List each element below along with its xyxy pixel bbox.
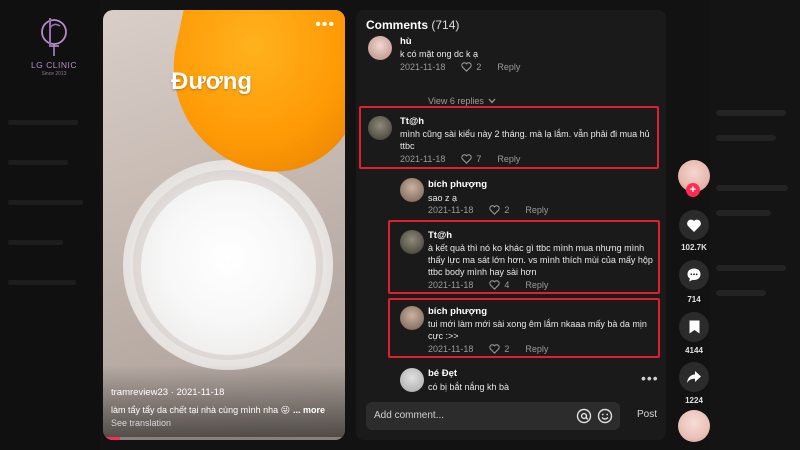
emoji-icon[interactable] [597, 408, 613, 424]
share-button[interactable] [679, 362, 709, 392]
video-cup-image [154, 10, 345, 188]
clinic-logo: LG CLINIC Since 2013 [24, 14, 84, 84]
avatar[interactable] [368, 36, 392, 60]
comment-text: có bị bắt nắng kh bà [428, 382, 510, 392]
video-author-line[interactable]: tramreview23 · 2021-11-18 [111, 387, 224, 398]
comment-date: 2021-11-18 [428, 280, 474, 290]
ghost-line [716, 265, 786, 271]
comment-date: 2021-11-18 [428, 205, 474, 215]
view-replies-button[interactable]: View 6 replies [428, 96, 496, 106]
comment-meta: 2021-11-18 2 Reply [428, 344, 548, 354]
add-comment-input[interactable]: Add comment... [366, 402, 620, 430]
comments-header: Comments (714) [366, 18, 459, 32]
ghost-line [716, 290, 766, 296]
comment-text: mình cũng sài kiểu này 2 tháng. mà lạ lắ… [400, 129, 650, 151]
share-count: 1224 [685, 396, 703, 405]
comment-reply-button[interactable]: Reply [497, 154, 520, 164]
comments-panel: Comments (714) hù k có mặt ong dc k ạ 20… [356, 10, 666, 440]
video-overlay-text: Đương [171, 68, 253, 95]
add-comment-placeholder: Add comment... [374, 410, 445, 421]
clinic-logo-mark [41, 18, 67, 56]
comment-reply-button[interactable]: Reply [525, 280, 548, 290]
comment-like-count: 2 [476, 62, 482, 72]
avatar[interactable] [400, 306, 424, 330]
avatar[interactable] [400, 178, 424, 202]
clinic-logo-name: LG CLINIC [30, 60, 78, 70]
comment-like-count: 2 [504, 205, 510, 215]
post-button[interactable]: Post [637, 409, 657, 420]
like-count: 102.7K [681, 243, 707, 252]
comment-author[interactable]: bích phượng [428, 179, 487, 190]
comment-text: sao z ạ [428, 193, 458, 203]
comment-reply-button[interactable]: Reply [497, 62, 520, 72]
view-replies-label: View 6 replies [428, 96, 484, 106]
chevron-down-icon [488, 98, 496, 104]
heart-icon[interactable] [461, 154, 472, 164]
video-caption-shade [103, 365, 345, 440]
comment-text: à kết quả thì nó ko khác gì ttbc mình mu… [428, 243, 653, 277]
video-progress-bar[interactable] [103, 437, 345, 440]
avatar[interactable] [368, 116, 392, 140]
video-progress-fill [103, 437, 120, 440]
comment-icon [687, 268, 701, 282]
comment-meta: 2021-11-18 7 Reply [400, 154, 520, 164]
ghost-line [716, 185, 788, 191]
comment-author[interactable]: Tt@h [428, 230, 452, 241]
ghost-line [8, 280, 76, 285]
bookmark-icon [689, 320, 699, 334]
ghost-line [8, 240, 63, 245]
heart-icon [687, 219, 701, 232]
heart-icon[interactable] [489, 344, 500, 354]
see-translation-link[interactable]: See translation [111, 418, 171, 428]
save-count: 4144 [685, 346, 703, 355]
at-icon[interactable] [576, 408, 592, 424]
ghost-line [8, 200, 83, 205]
comment-author[interactable]: bé Đẹt [428, 368, 457, 379]
avatar[interactable] [400, 368, 424, 392]
heart-icon[interactable] [461, 62, 472, 72]
comments-title: Comments [366, 18, 429, 32]
comment-meta: 2021-11-18 2 Reply [428, 205, 548, 215]
comments-button[interactable] [679, 260, 709, 290]
comment-like-count: 2 [504, 344, 510, 354]
heart-icon[interactable] [489, 280, 500, 290]
comment-more-icon[interactable]: ••• [641, 370, 659, 386]
video-caption: làm tẩy tẩy da chết tại nhà cùng mình nh… [111, 405, 325, 416]
plus-icon[interactable]: + [686, 183, 700, 197]
comment-count: 714 [687, 295, 701, 304]
video-more-icon[interactable]: ••• [315, 16, 335, 34]
comment-meta: 2021-11-18 4 Reply [428, 280, 548, 290]
video-caption-more-link[interactable]: ... more [293, 405, 325, 415]
comment-date: 2021-11-18 [400, 154, 446, 164]
ghost-line [716, 210, 771, 216]
comment-author[interactable]: Tt@h [400, 116, 424, 127]
comments-count: (714) [431, 18, 460, 32]
comment-author[interactable]: hù [400, 36, 412, 47]
comment-text: k có mặt ong dc k ạ [400, 49, 479, 59]
comment-text: tui mới làm mới sài xong êm lắm nkaaa mấ… [428, 319, 647, 341]
save-button[interactable] [679, 312, 709, 342]
clinic-logo-since: Since 2013 [41, 71, 67, 77]
like-button[interactable] [679, 210, 709, 240]
next-video-avatar[interactable] [678, 410, 710, 442]
video-sugar-image [141, 180, 316, 355]
ghost-line [8, 160, 68, 165]
avatar[interactable] [400, 230, 424, 254]
comment-author[interactable]: bích phượng [428, 306, 487, 317]
ghost-line [8, 120, 78, 125]
comment-date: 2021-11-18 [428, 344, 474, 354]
ghost-line [716, 135, 776, 141]
heart-icon[interactable] [489, 205, 500, 215]
comment-reply-button[interactable]: Reply [525, 205, 548, 215]
comment-like-count: 7 [476, 154, 482, 164]
comment-meta: 2021-11-18 2 Reply [400, 62, 520, 72]
comment-reply-button[interactable]: Reply [525, 344, 548, 354]
comment-like-count: 4 [504, 280, 510, 290]
ghost-line [716, 110, 786, 116]
background-right-feed [710, 0, 800, 450]
video-player[interactable]: Đương ••• tramreview23 · 2021-11-18 làm … [103, 10, 345, 440]
video-caption-text: làm tẩy tẩy da chết tại nhà cùng mình nh… [111, 405, 290, 415]
comment-date: 2021-11-18 [400, 62, 446, 72]
share-icon [687, 371, 701, 383]
